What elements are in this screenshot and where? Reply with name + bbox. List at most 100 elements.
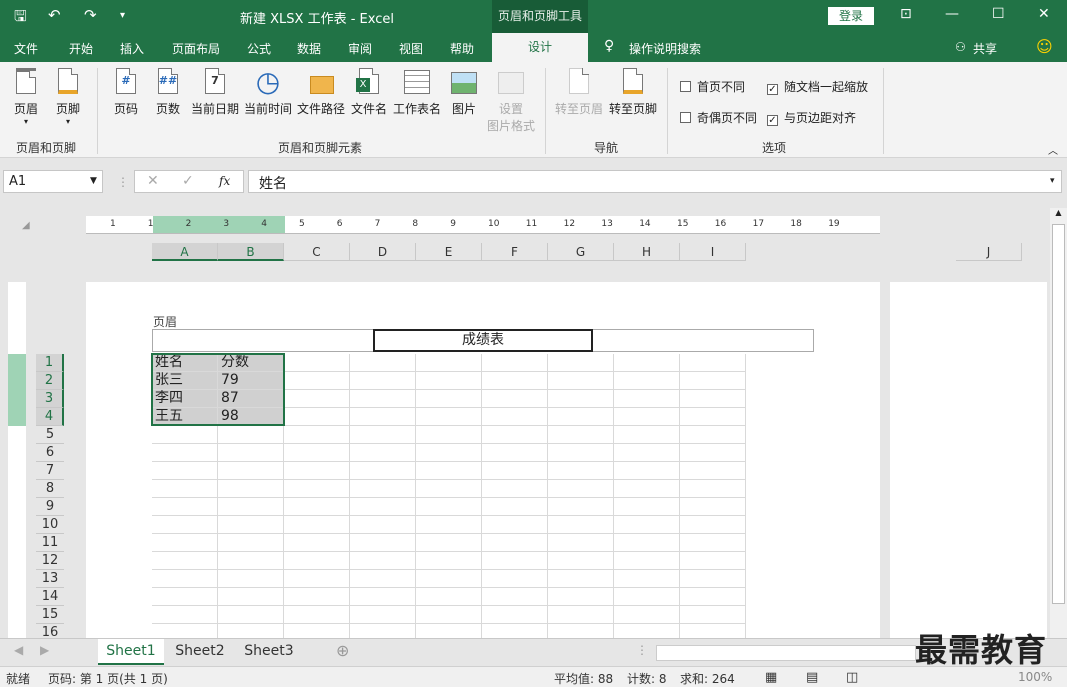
row-header[interactable]: 4: [36, 408, 64, 426]
cell[interactable]: [614, 390, 680, 408]
cell[interactable]: [218, 588, 284, 606]
cell[interactable]: [350, 390, 416, 408]
cell[interactable]: [218, 516, 284, 534]
tab-home[interactable]: 开始: [69, 40, 93, 57]
cell[interactable]: [284, 408, 350, 426]
cell[interactable]: [350, 606, 416, 624]
column-header[interactable]: F: [482, 243, 548, 261]
cell[interactable]: [284, 588, 350, 606]
cell[interactable]: [482, 588, 548, 606]
different-first-page-checkbox[interactable]: 首页不同: [680, 78, 745, 95]
row-header[interactable]: 9: [36, 498, 64, 516]
cancel-icon[interactable]: ✕: [147, 173, 159, 189]
cell[interactable]: [152, 516, 218, 534]
cell[interactable]: [548, 444, 614, 462]
tab-review[interactable]: 审阅: [348, 40, 372, 57]
cell[interactable]: [416, 426, 482, 444]
cell[interactable]: [548, 480, 614, 498]
cell[interactable]: [548, 588, 614, 606]
sheet-tab-1[interactable]: Sheet1: [98, 639, 164, 665]
cell[interactable]: [680, 570, 746, 588]
page-count-button[interactable]: ## 页数: [152, 68, 184, 117]
cell[interactable]: [614, 354, 680, 372]
cell[interactable]: [548, 534, 614, 552]
select-all-icon[interactable]: ◢: [22, 220, 30, 231]
cell[interactable]: [416, 462, 482, 480]
cell[interactable]: [350, 480, 416, 498]
next-sheet-icon[interactable]: ▶: [40, 643, 49, 657]
redo-icon[interactable]: ↷: [84, 6, 97, 24]
row-header[interactable]: 10: [36, 516, 64, 534]
cell[interactable]: [416, 570, 482, 588]
cell[interactable]: [416, 372, 482, 390]
cell[interactable]: [350, 588, 416, 606]
zoom-level[interactable]: 100%: [1018, 670, 1052, 684]
cell[interactable]: [680, 606, 746, 624]
cell[interactable]: [416, 552, 482, 570]
row-header[interactable]: 1: [36, 354, 64, 372]
cell[interactable]: [152, 498, 218, 516]
cell[interactable]: 姓名: [152, 354, 218, 372]
row-header[interactable]: 15: [36, 606, 64, 624]
cell[interactable]: [482, 480, 548, 498]
close-icon[interactable]: ✕: [1038, 6, 1050, 22]
cell[interactable]: [416, 588, 482, 606]
tab-view[interactable]: 视图: [399, 40, 423, 57]
cell[interactable]: [218, 444, 284, 462]
row-header[interactable]: 7: [36, 462, 64, 480]
align-margins-checkbox[interactable]: ✓ 与页边距对齐: [767, 109, 856, 126]
cell[interactable]: [218, 480, 284, 498]
cell[interactable]: [614, 444, 680, 462]
cell[interactable]: [350, 444, 416, 462]
cell[interactable]: [482, 462, 548, 480]
tab-design[interactable]: 设计: [492, 33, 588, 62]
cell[interactable]: [416, 354, 482, 372]
cell[interactable]: [548, 462, 614, 480]
cell[interactable]: [482, 444, 548, 462]
cell[interactable]: [482, 534, 548, 552]
cell[interactable]: [284, 516, 350, 534]
cell[interactable]: [548, 606, 614, 624]
cell[interactable]: [284, 498, 350, 516]
cell[interactable]: [680, 534, 746, 552]
cell[interactable]: [152, 534, 218, 552]
row-header[interactable]: 8: [36, 480, 64, 498]
cell[interactable]: [284, 426, 350, 444]
cell[interactable]: [614, 498, 680, 516]
tab-data[interactable]: 数据: [297, 40, 321, 57]
scale-with-document-checkbox[interactable]: ✓ 随文档一起缩放: [767, 78, 868, 95]
name-box[interactable]: A1: [3, 170, 103, 193]
cell[interactable]: [218, 570, 284, 588]
cell[interactable]: [152, 588, 218, 606]
file-name-button[interactable]: X 文件名: [350, 68, 388, 117]
cell[interactable]: [284, 480, 350, 498]
cell[interactable]: [482, 606, 548, 624]
tell-me-search[interactable]: 操作说明搜索: [629, 40, 701, 57]
cell[interactable]: [416, 390, 482, 408]
column-header[interactable]: E: [416, 243, 482, 261]
cell[interactable]: 分数: [218, 354, 284, 372]
cell[interactable]: [350, 408, 416, 426]
prev-sheet-icon[interactable]: ◀: [14, 643, 23, 657]
picture-button[interactable]: 图片: [448, 68, 480, 117]
header-center-section[interactable]: 成绩表: [373, 329, 593, 352]
row-header[interactable]: 2: [36, 372, 64, 390]
cell[interactable]: [152, 552, 218, 570]
cell[interactable]: [548, 552, 614, 570]
expand-formula-icon[interactable]: ▾: [1050, 176, 1055, 186]
column-header[interactable]: C: [284, 243, 350, 261]
save-icon[interactable]: 🖫: [14, 6, 27, 31]
cell[interactable]: [152, 480, 218, 498]
cell[interactable]: [680, 372, 746, 390]
scroll-up-icon[interactable]: ▲: [1050, 208, 1067, 217]
cell[interactable]: [482, 408, 548, 426]
cell[interactable]: [350, 426, 416, 444]
cell[interactable]: 79: [218, 372, 284, 390]
cell[interactable]: [350, 354, 416, 372]
minimize-icon[interactable]: —: [945, 6, 959, 22]
cell[interactable]: [614, 516, 680, 534]
tab-insert[interactable]: 插入: [120, 40, 144, 57]
share-button[interactable]: 共享: [973, 40, 997, 57]
cell[interactable]: [548, 570, 614, 588]
cell[interactable]: [548, 354, 614, 372]
